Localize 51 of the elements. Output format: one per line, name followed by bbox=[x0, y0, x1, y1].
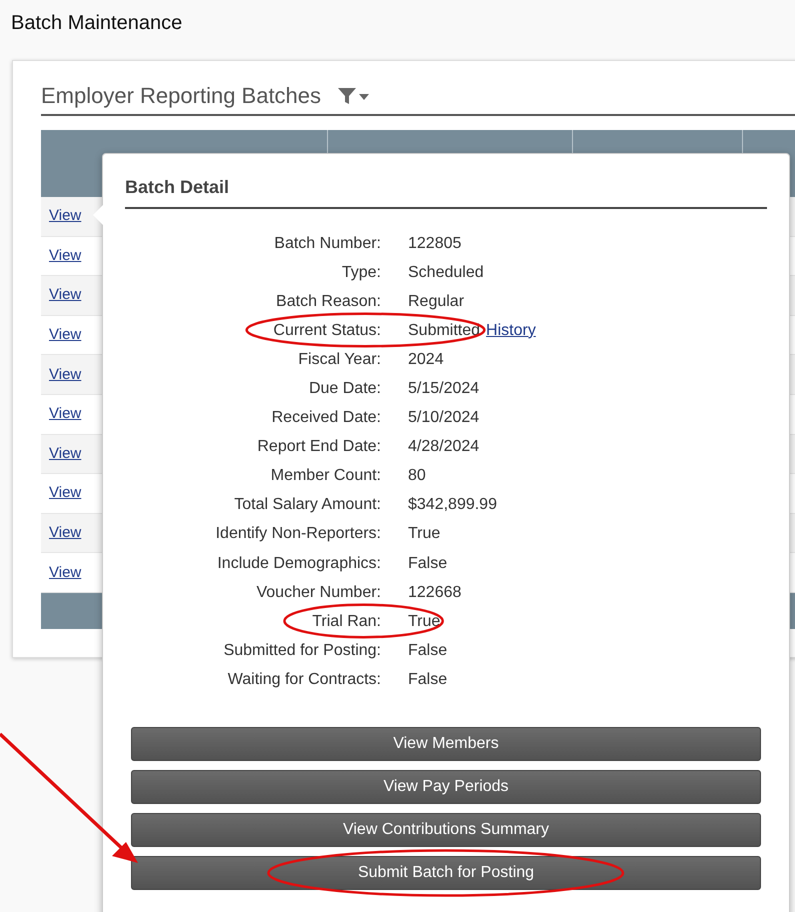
field-label: Type: bbox=[342, 262, 381, 283]
grid-title: Employer Reporting Batches bbox=[41, 82, 322, 110]
action-button[interactable]: Submit Batch for Posting bbox=[131, 856, 761, 890]
field-label: Batch Number: bbox=[274, 234, 381, 254]
field-value: 2024 bbox=[408, 350, 444, 370]
field-value: 5/15/2024 bbox=[408, 379, 480, 400]
field-value: Regular bbox=[408, 292, 464, 312]
field-label: Report End Date: bbox=[257, 437, 381, 458]
view-link[interactable]: View bbox=[49, 246, 82, 264]
field-value: Submitted bbox=[408, 320, 480, 341]
field-value: True bbox=[408, 524, 440, 544]
action-button[interactable]: View Pay Periods bbox=[131, 770, 761, 804]
view-link[interactable]: View bbox=[49, 444, 82, 462]
view-link[interactable]: View bbox=[49, 326, 82, 344]
view-link[interactable]: View bbox=[49, 524, 82, 542]
field-label: Identify Non-Reporters: bbox=[216, 524, 381, 544]
field-label: Trial Ran: bbox=[312, 610, 381, 634]
field-label: Due Date: bbox=[308, 379, 381, 400]
view-link[interactable]: View bbox=[49, 207, 82, 224]
history-link[interactable]: History bbox=[486, 318, 536, 343]
field-label: Fiscal Year: bbox=[298, 350, 381, 370]
view-link[interactable]: View bbox=[49, 286, 82, 304]
field-value: 122668 bbox=[408, 582, 462, 603]
view-link[interactable]: View bbox=[49, 366, 82, 383]
field-value: 5/10/2024 bbox=[408, 408, 480, 428]
action-button[interactable]: View Contributions Summary bbox=[131, 812, 761, 846]
field-label: Total Salary Amount: bbox=[234, 495, 381, 516]
field-value: 80 bbox=[408, 466, 426, 486]
field-label: Include Demographics: bbox=[217, 554, 381, 574]
popover-title: Batch Detail bbox=[125, 177, 230, 197]
field-label: Member Count: bbox=[270, 466, 381, 486]
field-value: $342,899.99 bbox=[408, 495, 497, 516]
field-label: Voucher Number: bbox=[256, 582, 381, 603]
field-value: False bbox=[408, 640, 448, 661]
field-value: 4/28/2024 bbox=[408, 437, 480, 458]
view-link[interactable]: View bbox=[49, 564, 82, 581]
field-value: True bbox=[408, 612, 440, 632]
page-title: Batch Maintenance bbox=[11, 12, 182, 34]
field-label: Received Date: bbox=[272, 408, 381, 428]
field-value: 122805 bbox=[408, 234, 462, 254]
action-button[interactable]: View Members bbox=[131, 726, 761, 760]
field-label: Waiting for Contracts: bbox=[228, 670, 381, 690]
field-label: Current Status: bbox=[273, 318, 381, 343]
view-link[interactable]: View bbox=[49, 405, 82, 422]
field-value: False bbox=[408, 554, 448, 574]
field-label: Batch Reason: bbox=[276, 292, 381, 312]
field-label: Submitted for Posting: bbox=[224, 640, 381, 661]
field-value: Scheduled bbox=[408, 262, 484, 283]
view-link[interactable]: View bbox=[49, 484, 82, 502]
field-value: False bbox=[408, 670, 448, 690]
filter-icon[interactable] bbox=[337, 86, 372, 106]
